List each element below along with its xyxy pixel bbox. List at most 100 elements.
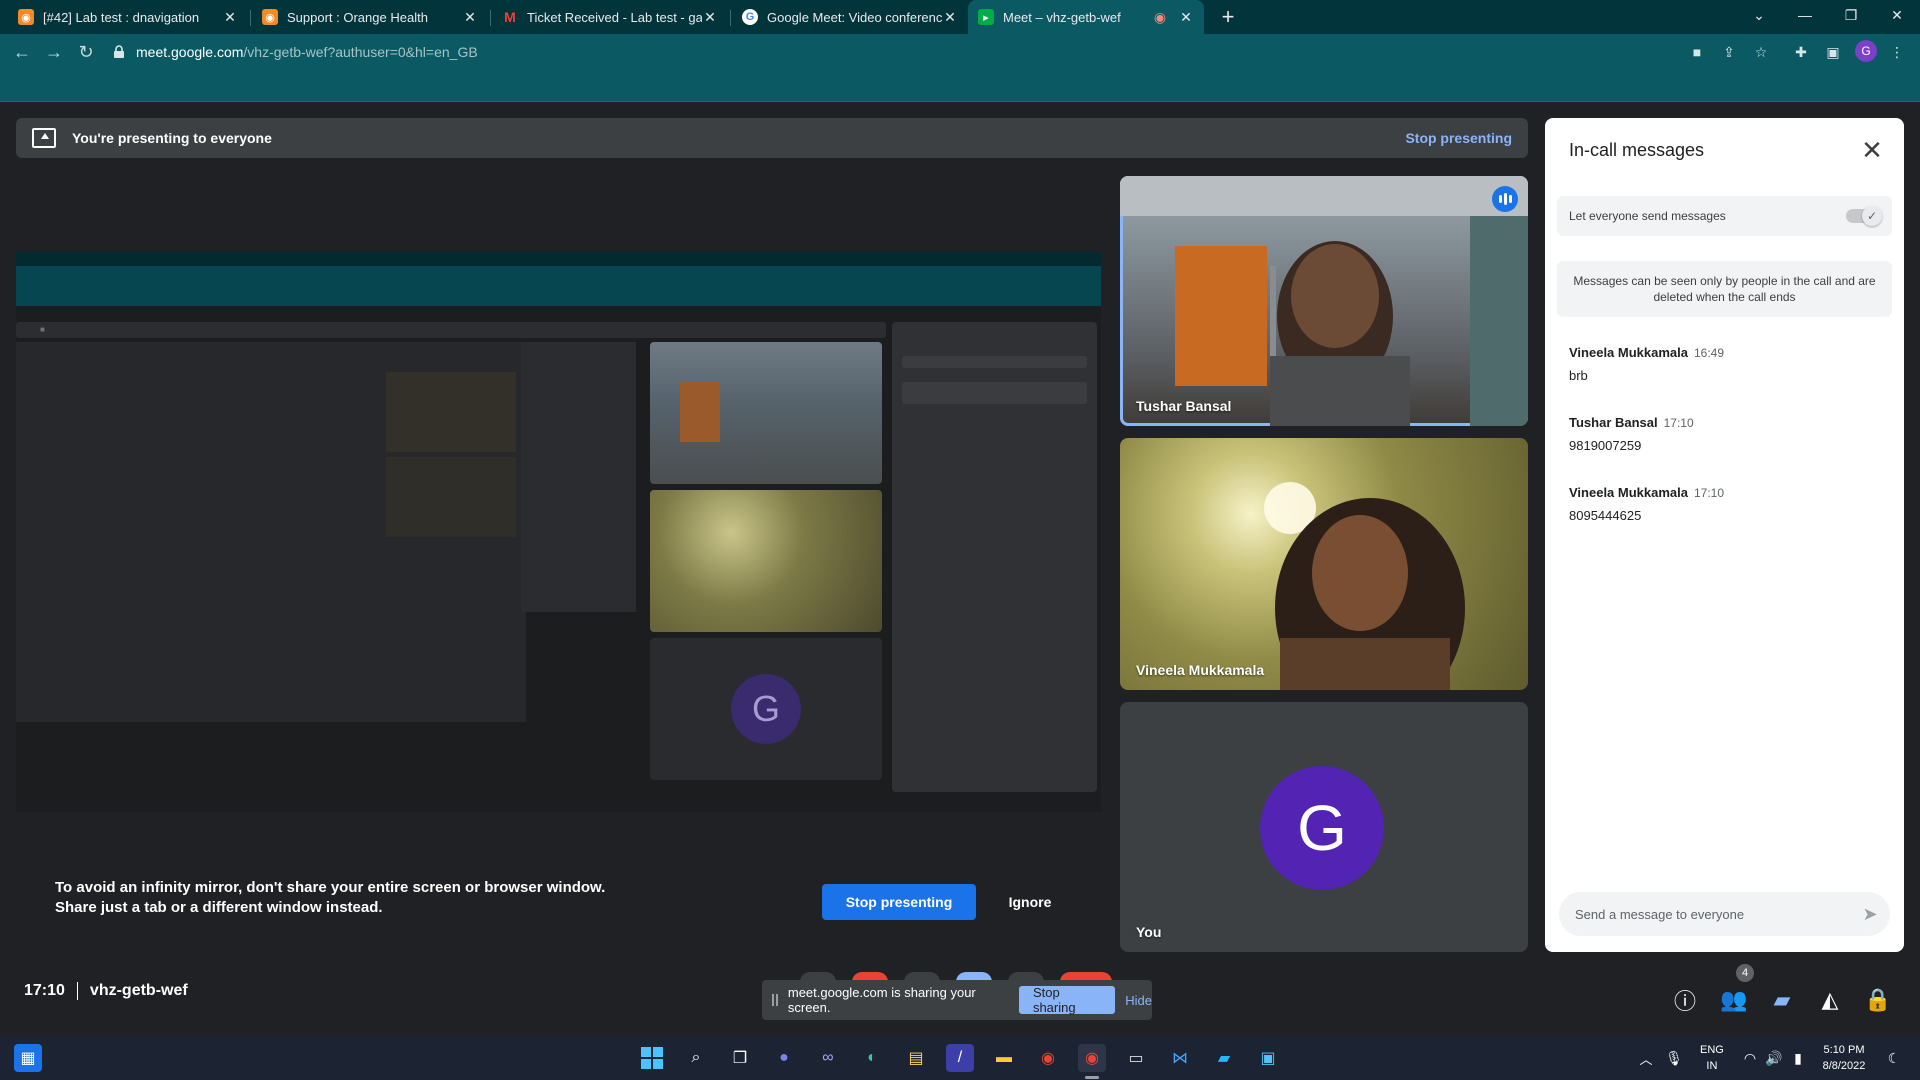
chrome-icon[interactable]: ◉	[1034, 1044, 1062, 1072]
mirror-avatar: G	[731, 674, 801, 744]
send-messages-setting: Let everyone send messages ✓	[1557, 196, 1892, 236]
message-time: 17:10	[1663, 416, 1694, 430]
in-call-messages-panel: In-call messages ✕ Let everyone send mes…	[1545, 118, 1904, 952]
mirror-tile-vineela	[650, 490, 882, 632]
chat-icon[interactable]: ▰	[1762, 980, 1802, 1020]
chat-message: Vineela Mukkamala 17:10 8095444625	[1569, 484, 1879, 523]
tab-divider	[730, 10, 731, 26]
recording-indicator-icon: ◉	[1153, 8, 1167, 25]
info-icon[interactable]: ⓘ	[1665, 980, 1705, 1020]
start-icon[interactable]	[638, 1044, 666, 1072]
store-icon[interactable]: ▤	[902, 1044, 930, 1072]
reload-icon[interactable]: ↻	[74, 40, 98, 64]
stop-sharing-button[interactable]: Stop sharing	[1018, 985, 1116, 1015]
tab-meet-active[interactable]: ▸ Meet – vhz-getb-wef ◉ ✕	[968, 0, 1204, 34]
close-window-icon[interactable]: ✕	[1874, 0, 1920, 30]
chrome-profile-icon[interactable]: ◉	[1078, 1044, 1106, 1072]
tab-lab-test[interactable]: ◉ [#42] Lab test : dnavigation ✕	[8, 0, 248, 34]
search-icon[interactable]: ⌕	[682, 1044, 710, 1072]
google-favicon-icon: G	[742, 9, 758, 25]
back-icon[interactable]: ←	[10, 40, 34, 64]
tab-search-icon[interactable]: ⌄	[1736, 0, 1782, 30]
mirror-chat-toggle	[902, 356, 1087, 368]
app-icon[interactable]: ▰	[1210, 1044, 1238, 1072]
widgets-icon[interactable]: ▦	[14, 1044, 42, 1072]
extensions-icon[interactable]: ✚	[1791, 43, 1811, 61]
host-controls-icon[interactable]: 🔒	[1858, 980, 1898, 1020]
tab-gmail-ticket[interactable]: M Ticket Received - Lab test - gaura ✕	[492, 0, 728, 34]
chevron-up-icon[interactable]: ︿	[1632, 1044, 1660, 1072]
mirror-tile-you: G	[650, 638, 882, 780]
mirror-chat-info	[902, 382, 1087, 404]
send-icon[interactable]: ➤	[1850, 894, 1890, 934]
mirror-orange-panel	[680, 382, 720, 442]
send-messages-toggle[interactable]: ✓	[1846, 206, 1882, 226]
activities-icon[interactable]: ◭	[1810, 980, 1850, 1020]
terminal-icon[interactable]: ▭	[1122, 1044, 1150, 1072]
people-icon[interactable]: 👥	[1714, 980, 1754, 1020]
close-tab-icon[interactable]: ✕	[462, 9, 478, 26]
edge-icon[interactable]: ◐	[858, 1044, 886, 1072]
forward-icon[interactable]: →	[42, 40, 66, 64]
editor-app-icon[interactable]: /	[946, 1044, 974, 1072]
vscode-icon[interactable]: ⋈	[1166, 1044, 1194, 1072]
bookmark-bar	[0, 70, 1920, 102]
tab-support[interactable]: ◉ Support : Orange Health ✕	[252, 0, 488, 34]
mirror-chat-panel	[892, 322, 1097, 792]
participant-name: You	[1136, 924, 1162, 940]
notifications-icon[interactable]: ☾	[1880, 1044, 1908, 1072]
file-explorer-icon[interactable]: ▬	[990, 1044, 1018, 1072]
photos-icon[interactable]: ▣	[1254, 1044, 1282, 1072]
participant-tile-you[interactable]: G You	[1120, 702, 1528, 952]
close-tab-icon[interactable]: ✕	[702, 9, 718, 26]
minimize-icon[interactable]: —	[1782, 0, 1828, 30]
teams-chat-icon[interactable]: ●	[770, 1044, 798, 1072]
chat-message: Vineela Mukkamala 16:49 brb	[1569, 344, 1879, 383]
meet-stage: You're presenting to everyone Stop prese…	[0, 102, 1920, 1036]
divider	[76, 982, 78, 1000]
menu-icon[interactable]: ⋮	[1887, 43, 1907, 61]
active-app-indicator	[1085, 1076, 1099, 1079]
stop-presenting-button[interactable]: Stop presenting	[822, 884, 976, 920]
close-tab-icon[interactable]: ✕	[222, 9, 238, 26]
speaking-indicator-icon	[1492, 186, 1518, 212]
message-composer: ➤	[1559, 892, 1890, 936]
system-clock[interactable]: 5:10 PM 8/8/2022	[1814, 1042, 1874, 1074]
people-count-badge: 4	[1736, 964, 1754, 982]
meeting-time: 17:10	[24, 982, 65, 1000]
camera-in-use-icon[interactable]: ■	[1687, 43, 1707, 61]
task-view-icon[interactable]: ❐	[726, 1044, 754, 1072]
message-text: 8095444625	[1569, 508, 1642, 523]
video-feed	[1120, 176, 1528, 426]
mirror-tab-bar	[16, 252, 1101, 266]
orange-health-favicon-icon: ◉	[18, 9, 34, 25]
profile-avatar[interactable]: G	[1855, 40, 1877, 62]
lock-icon	[114, 45, 124, 58]
presenting-banner: You're presenting to everyone Stop prese…	[16, 118, 1528, 158]
ignore-button[interactable]: Ignore	[990, 884, 1070, 920]
share-icon[interactable]: ⇪	[1719, 43, 1739, 61]
bookmark-star-icon[interactable]: ☆	[1751, 43, 1771, 61]
meeting-code: vhz-getb-wef	[89, 982, 188, 1000]
infinity-app-icon[interactable]: ∞	[814, 1044, 842, 1072]
participant-tile-tushar[interactable]: Tushar Bansal	[1120, 176, 1528, 426]
tab-google-meet-home[interactable]: G Google Meet: Video conferencing ✕	[732, 0, 968, 34]
orange-health-favicon-icon: ◉	[262, 9, 278, 25]
close-icon[interactable]: ✕	[1858, 135, 1886, 165]
close-tab-icon[interactable]: ✕	[942, 9, 958, 26]
side-panel-icon[interactable]: ▣	[1823, 43, 1843, 61]
new-tab-button[interactable]: +	[1215, 4, 1241, 30]
battery-icon[interactable]: ▮	[1784, 1044, 1812, 1072]
drag-handle-icon[interactable]	[772, 994, 778, 1006]
banner-stop-presenting-button[interactable]: Stop presenting	[1405, 130, 1512, 146]
mirror-nested-tile	[386, 372, 516, 452]
message-input[interactable]	[1575, 906, 1850, 922]
language-indicator[interactable]: ENG IN	[1700, 1042, 1724, 1074]
close-tab-icon[interactable]: ✕	[1178, 9, 1194, 26]
url-field[interactable]: meet.google.com/vhz-getb-wef?authuser=0&…	[106, 37, 1646, 67]
microphone-icon[interactable]: 🎙	[1660, 1044, 1688, 1072]
hide-button[interactable]: Hide	[1125, 993, 1152, 1008]
participant-tile-vineela[interactable]: Vineela Mukkamala	[1120, 438, 1528, 690]
chat-info-notice: Messages can be seen only by people in t…	[1557, 261, 1892, 317]
restore-icon[interactable]: ❐	[1828, 0, 1874, 30]
